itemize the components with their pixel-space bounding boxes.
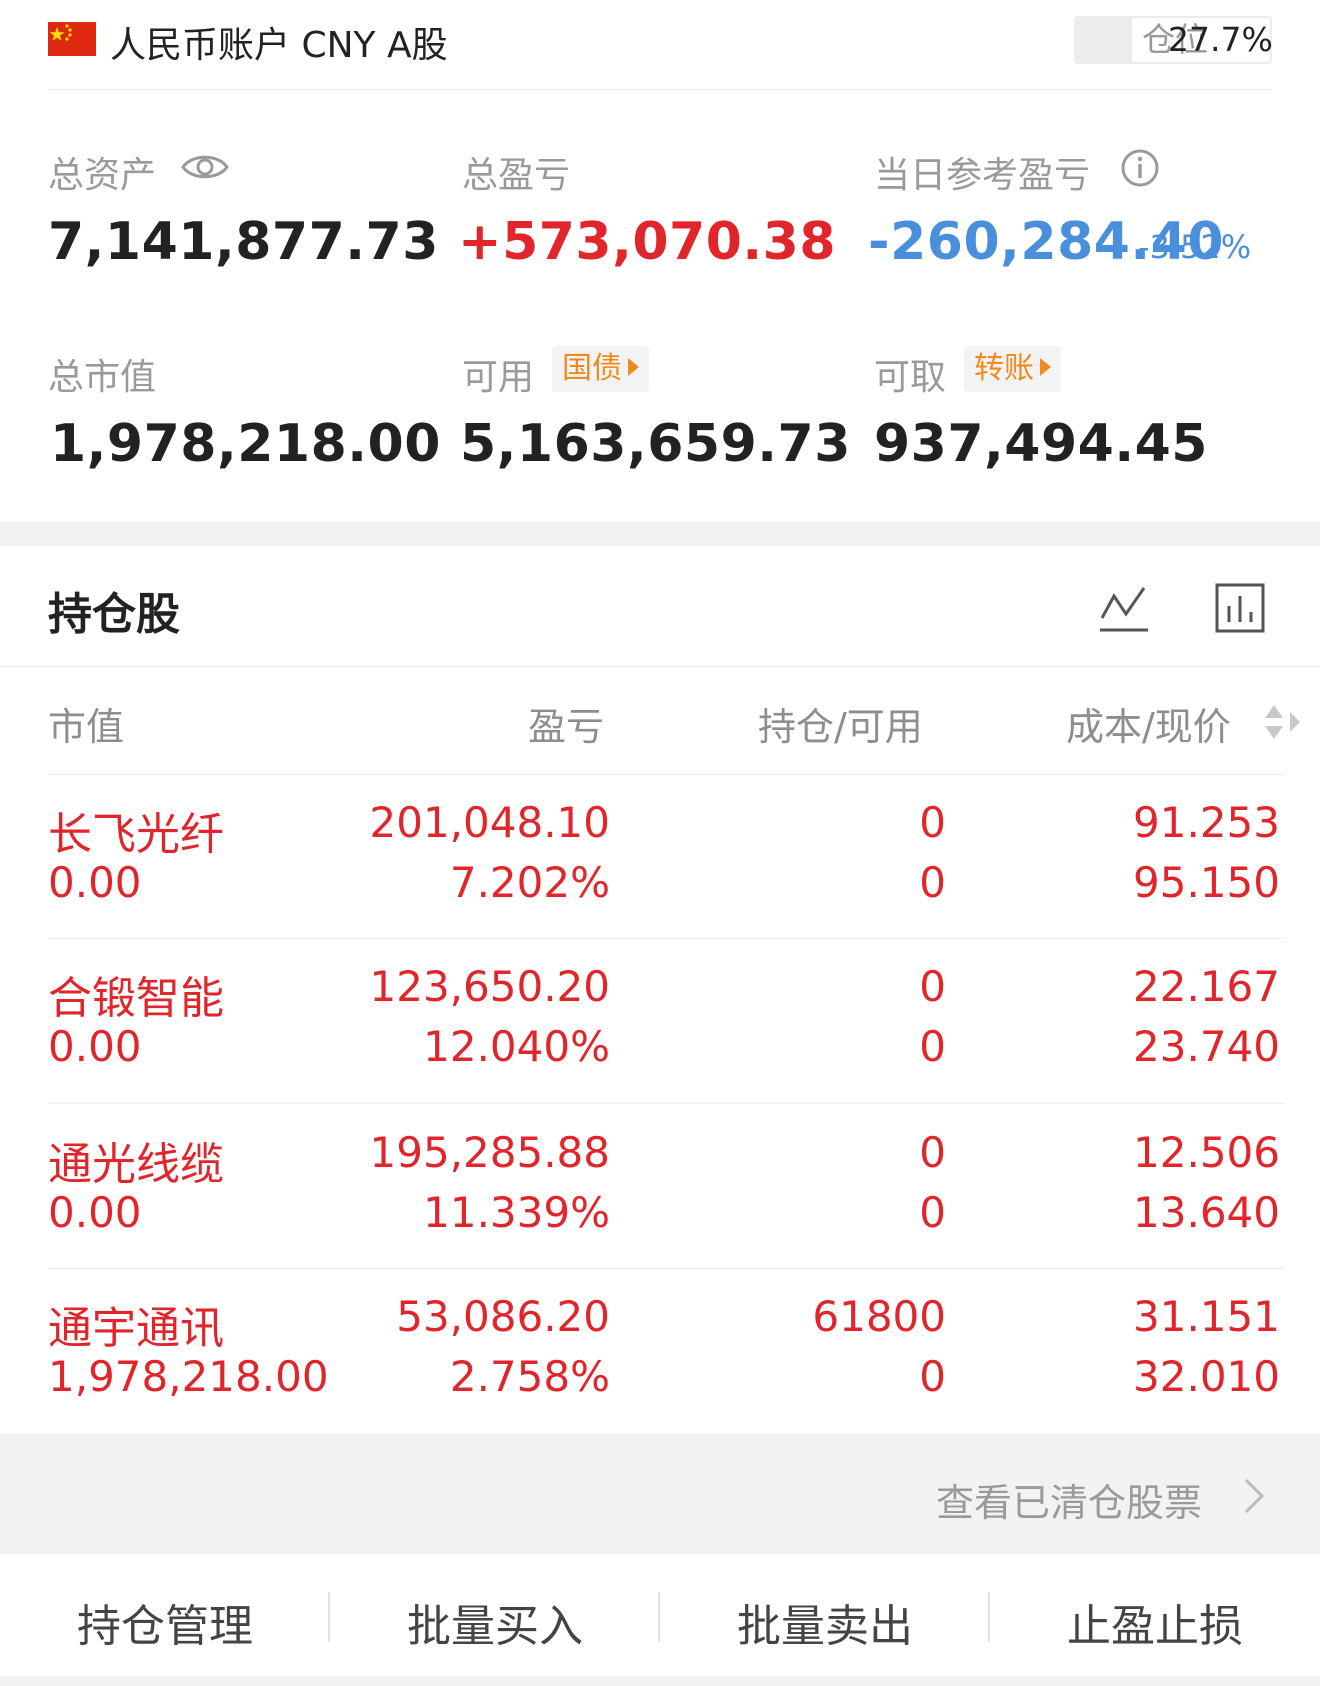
row-divider [48, 938, 1284, 939]
stock-cost: 12.506 [1133, 1128, 1280, 1177]
stock-name: 通光线缆 [48, 1139, 224, 1190]
account-title[interactable]: 人民币账户 CNY A股 [110, 16, 448, 68]
triangle-right-icon [1040, 357, 1051, 376]
stock-market-value: 0.00 [48, 1022, 142, 1071]
column-hold-available: 持仓/可用 [758, 705, 923, 749]
withdrawable-value: 937,494.45 [874, 414, 1208, 474]
stock-pnl: 201,048.10 [369, 798, 610, 847]
stock-available: 0 [919, 1022, 946, 1071]
batch-sell-button[interactable]: 批量卖出 [660, 1590, 990, 1654]
batch-buy-button[interactable]: 批量买入 [330, 1590, 660, 1654]
eye-icon[interactable] [180, 150, 230, 184]
treasury-tag[interactable]: 国债 [552, 346, 649, 392]
stock-pnl: 195,285.88 [369, 1128, 610, 1177]
account-header: 人民币账户 CNY A股 仓位 27.7% [48, 0, 1273, 90]
stock-pnl-pct: 2.758% [449, 1352, 610, 1401]
chevron-right-icon[interactable] [1240, 1476, 1268, 1516]
stock-price: 23.740 [1133, 1022, 1280, 1071]
stock-market-value: 0.00 [48, 858, 142, 907]
stock-pnl-pct: 7.202% [449, 858, 610, 907]
stock-pnl: 53,086.20 [396, 1292, 610, 1341]
stock-price: 95.150 [1133, 858, 1280, 907]
position-management-button[interactable]: 持仓管理 [0, 1590, 330, 1654]
stock-hold: 61800 [812, 1292, 946, 1341]
total-pnl-value: +573,070.38 [458, 212, 837, 272]
stock-price: 13.640 [1133, 1188, 1280, 1237]
bar-chart-icon[interactable] [1214, 582, 1266, 634]
stock-pnl-pct: 12.040% [423, 1022, 610, 1071]
stock-market-value: 0.00 [48, 1188, 142, 1237]
stock-hold: 0 [919, 962, 946, 1011]
view-cleared-stocks-link[interactable]: 查看已清仓股票 [936, 1472, 1202, 1527]
position-badge: 仓位 27.7% [1074, 16, 1273, 64]
stock-name: 长飞光纤 [48, 809, 224, 860]
stock-price: 32.010 [1133, 1352, 1280, 1401]
stock-hold: 0 [919, 798, 946, 847]
row-divider [48, 774, 1284, 775]
total-assets-label: 总资产 [48, 155, 157, 196]
total-pnl-label: 总盈亏 [462, 155, 571, 196]
column-cost-price[interactable]: 成本/现价 [1066, 696, 1231, 751]
transfer-tag-label: 转账 [974, 351, 1034, 386]
position-value: 27.7% [1168, 20, 1273, 59]
stock-name: 通宇通讯 [48, 1303, 224, 1354]
column-pnl: 盈亏 [528, 705, 605, 749]
row-divider [48, 1103, 1284, 1104]
sort-icon[interactable] [1262, 700, 1304, 744]
stock-name: 合锻智能 [48, 973, 224, 1024]
available-value: 5,163,659.73 [460, 414, 851, 474]
stock-pnl: 123,650.20 [369, 962, 610, 1011]
column-market-value: 市值 [48, 705, 125, 749]
stock-available: 0 [919, 858, 946, 907]
daily-pnl-label: 当日参考盈亏 [874, 155, 1091, 196]
section-divider [0, 522, 1320, 546]
triangle-right-icon [628, 357, 639, 376]
trend-line-icon[interactable] [1098, 582, 1150, 634]
position-label [1076, 18, 1132, 62]
take-profit-stop-loss-button[interactable]: 止盈止损 [990, 1590, 1320, 1654]
bottom-strip [0, 1676, 1320, 1686]
daily-pnl-pct: -3.52% [1138, 228, 1252, 266]
available-label: 可用 [462, 357, 535, 398]
row-divider [48, 1268, 1284, 1269]
stock-cost: 31.151 [1133, 1292, 1280, 1341]
stock-pnl-pct: 11.339% [423, 1188, 610, 1237]
transfer-tag[interactable]: 转账 [964, 346, 1061, 392]
info-icon[interactable] [1120, 148, 1160, 188]
stock-market-value: 1,978,218.00 [48, 1352, 329, 1401]
stock-available: 0 [919, 1188, 946, 1237]
header-divider [0, 666, 1320, 667]
total-assets-value: 7,141,877.73 [48, 212, 439, 272]
china-flag-icon [48, 22, 96, 56]
stock-cost: 22.167 [1133, 962, 1280, 1011]
stock-hold: 0 [919, 1128, 946, 1177]
withdrawable-label: 可取 [874, 357, 947, 398]
holdings-title: 持仓股 [48, 589, 180, 640]
stock-available: 0 [919, 1352, 946, 1401]
treasury-tag-label: 国债 [562, 351, 622, 386]
stock-cost: 91.253 [1133, 798, 1280, 847]
market-value-label: 总市值 [48, 357, 157, 398]
market-value-value: 1,978,218.00 [50, 414, 441, 474]
